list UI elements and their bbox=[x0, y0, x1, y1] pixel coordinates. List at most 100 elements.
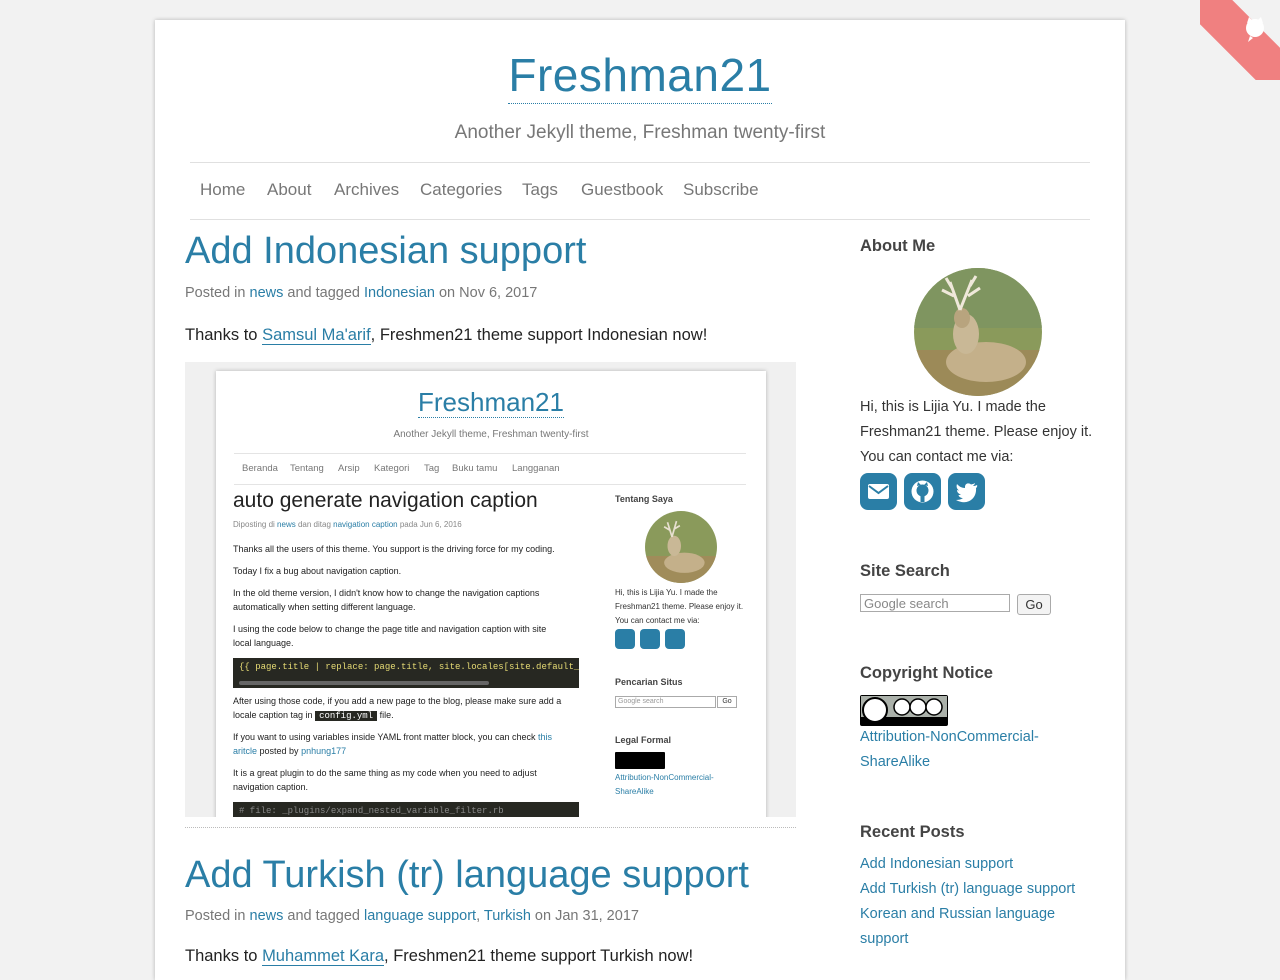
nav-home[interactable]: Home bbox=[200, 180, 245, 200]
shot-paragraph: automatically when setting different lan… bbox=[233, 602, 416, 612]
shot-nav-item: Tentang bbox=[290, 463, 324, 474]
shot-nav-item: Beranda bbox=[242, 463, 278, 474]
avatar bbox=[914, 268, 1042, 396]
twitter-link[interactable] bbox=[948, 473, 985, 510]
shot-text: If you want to using variables inside YA… bbox=[233, 732, 536, 742]
meta-label: and tagged bbox=[287, 285, 360, 301]
shot-license-line: ShareAlike bbox=[615, 787, 654, 796]
tag-separator: , bbox=[476, 908, 481, 924]
envelope-icon bbox=[868, 484, 889, 499]
post-screenshot: Freshman21 Another Jekyll theme, Freshma… bbox=[185, 362, 796, 817]
site-title-wrap: Freshman21 bbox=[155, 48, 1125, 104]
bio-line: You can contact me via: bbox=[860, 449, 1014, 465]
nav-categories[interactable]: Categories bbox=[420, 180, 502, 200]
site-tagline: Another Jekyll theme, Freshman twenty-fi… bbox=[454, 122, 826, 143]
shot-meta-label: dan ditag bbox=[297, 520, 331, 529]
github-icon bbox=[911, 480, 934, 503]
shot-code-line: # file: _plugins/expand_nested_variable_… bbox=[239, 806, 504, 816]
recent-post-link[interactable]: Korean and Russian language bbox=[860, 906, 1055, 922]
shot-inline-code: config.yml bbox=[315, 711, 378, 721]
cc-license-badge[interactable] bbox=[860, 695, 948, 726]
github-corner-ribbon[interactable] bbox=[1200, 0, 1280, 80]
shot-twitter-icon bbox=[665, 629, 685, 649]
shot-text: file. bbox=[379, 710, 394, 720]
post-divider bbox=[185, 827, 796, 828]
shot-license-line: Attribution-NonCommercial- bbox=[615, 773, 714, 782]
shot-link: aritcle bbox=[233, 746, 258, 756]
license-link[interactable]: Attribution-NonCommercial- ShareAlike bbox=[860, 725, 1039, 775]
shot-bio-line: You can contact me via: bbox=[615, 616, 700, 625]
github-link[interactable] bbox=[904, 473, 941, 510]
screenshot-page: Freshman21 Another Jekyll theme, Freshma… bbox=[216, 371, 766, 817]
recent-post-link[interactable]: Add Indonesian support bbox=[860, 856, 1013, 872]
nav-about[interactable]: About bbox=[267, 180, 311, 200]
nav-guestbook[interactable]: Guestbook bbox=[581, 180, 663, 200]
body-text: , Freshmen21 theme support Indonesian no… bbox=[370, 326, 708, 344]
post-meta: Posted in news and tagged language suppo… bbox=[185, 908, 639, 924]
shot-search-input: Google search bbox=[615, 696, 716, 708]
meta-label: on bbox=[438, 285, 456, 301]
recent-post-link[interactable]: Add Turkish (tr) language support bbox=[860, 881, 1075, 897]
page-container: Freshman21 Another Jekyll theme, Freshma… bbox=[155, 20, 1125, 980]
nav-subscribe[interactable]: Subscribe bbox=[683, 180, 759, 200]
category-link[interactable]: news bbox=[250, 908, 284, 924]
shot-envelope-icon bbox=[615, 629, 635, 649]
shot-meta-label: Diposting di bbox=[233, 520, 275, 529]
recent-post-link-continued[interactable]: support bbox=[860, 931, 908, 947]
octocat-icon bbox=[1246, 17, 1264, 42]
shot-tag: navigation caption bbox=[333, 520, 398, 529]
shot-paragraph: In the old theme version, I didn't know … bbox=[233, 588, 540, 598]
shot-meta-label: pada bbox=[399, 520, 418, 529]
shot-nav-item: Arsip bbox=[338, 463, 360, 474]
shot-title-wrap: Freshman21 bbox=[216, 387, 766, 418]
shot-link: pnhung177 bbox=[301, 746, 347, 756]
meta-label: Posted in bbox=[185, 908, 246, 924]
bio: Hi, this is Lijia Yu. I made the Freshma… bbox=[860, 395, 1092, 470]
shot-avatar bbox=[645, 511, 717, 583]
shot-nav-item: Langganan bbox=[512, 463, 560, 474]
email-link[interactable] bbox=[860, 473, 897, 510]
post-title[interactable]: Add Indonesian support bbox=[185, 230, 586, 273]
main-nav: Home About Archives Categories Tags Gues… bbox=[190, 162, 1090, 220]
search-button[interactable]: Go bbox=[1017, 594, 1051, 615]
shot-search-button: Go bbox=[717, 696, 737, 708]
shot-side-heading: Pencarian Situs bbox=[615, 677, 683, 687]
shot-github-icon bbox=[640, 629, 660, 649]
shot-side-heading: Tentang Saya bbox=[615, 494, 673, 504]
shot-paragraph: navigation caption. bbox=[233, 782, 309, 792]
shot-paragraph: local language. bbox=[233, 638, 294, 648]
contributor-link[interactable]: Samsul Ma'arif bbox=[262, 326, 371, 345]
cc-by-nc-sa-icon bbox=[861, 696, 947, 725]
contributor-link[interactable]: Muhammet Kara bbox=[262, 947, 385, 966]
body-text: Thanks to bbox=[185, 326, 258, 344]
body-text: Thanks to bbox=[185, 947, 258, 965]
nav-tags[interactable]: Tags bbox=[522, 180, 558, 200]
site-title[interactable]: Freshman21 bbox=[508, 49, 772, 104]
shot-tagline: Another Jekyll theme, Freshman twenty-fi… bbox=[393, 429, 589, 440]
shot-nav: Beranda Tentang Arsip Kategori Tag Buku … bbox=[234, 453, 746, 485]
shot-bio-line: Freshman21 theme. Please enjoy it. bbox=[615, 602, 744, 611]
shot-paragraph: Thanks all the users of this theme. You … bbox=[233, 544, 555, 554]
post-body: Thanks to Muhammet Kara, Freshmen21 them… bbox=[185, 947, 693, 966]
shot-nav-item: Buku tamu bbox=[452, 463, 498, 474]
search-input[interactable]: Google search bbox=[860, 594, 1010, 612]
tag-link[interactable]: language support bbox=[364, 908, 476, 924]
post-date: Nov 6, 2017 bbox=[459, 285, 538, 301]
post-date: Jan 31, 2017 bbox=[555, 908, 639, 924]
shot-license: Attribution-NonCommercial- ShareAlike bbox=[615, 771, 714, 799]
meta-label: and tagged bbox=[287, 908, 360, 924]
shot-paragraph: After using those code, if you add a new… bbox=[233, 696, 562, 706]
category-link[interactable]: news bbox=[250, 285, 284, 301]
tag-link[interactable]: Turkish bbox=[484, 908, 531, 924]
meta-label: on bbox=[534, 908, 552, 924]
nav-archives[interactable]: Archives bbox=[334, 180, 399, 200]
tag-link[interactable]: Indonesian bbox=[364, 285, 435, 301]
shot-code-block: # file: _plugins/expand_nested_variable_… bbox=[233, 802, 579, 817]
shot-nav-item: Tag bbox=[424, 463, 440, 474]
search-heading: Site Search bbox=[860, 562, 950, 580]
post-title[interactable]: Add Turkish (tr) language support bbox=[185, 854, 749, 897]
shot-paragraph: Today I fix a bug about navigation capti… bbox=[233, 566, 402, 576]
shot-date: Jun 6, 2016 bbox=[419, 520, 462, 529]
shot-post-title: auto generate navigation caption bbox=[233, 489, 538, 512]
shot-bio-line: Hi, this is Lijia Yu. I made the bbox=[615, 588, 718, 597]
